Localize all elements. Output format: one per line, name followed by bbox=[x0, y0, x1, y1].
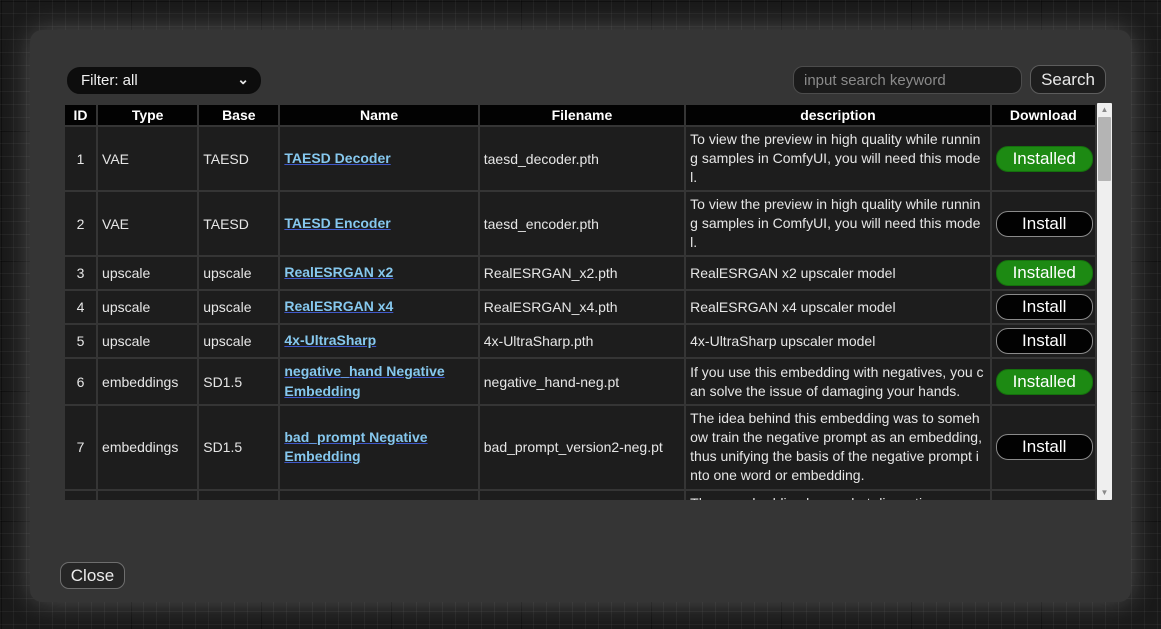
cell-base: SD1.5 bbox=[199, 406, 278, 488]
col-header-name: Name bbox=[280, 105, 477, 125]
install-button[interactable]: Install bbox=[996, 328, 1093, 354]
table-header-row: ID Type Base Name Filename description D… bbox=[65, 105, 1095, 125]
cell-type: embeddings bbox=[98, 406, 197, 488]
cell-id: 1 bbox=[65, 127, 96, 190]
cell-description: If you use this embedding with negatives… bbox=[686, 359, 990, 404]
install-button[interactable]: Install bbox=[996, 211, 1093, 237]
cell-download: Installed bbox=[992, 257, 1095, 289]
cell-download: Install bbox=[992, 406, 1095, 488]
table-row: 6embeddingsSD1.5negative_hand Negative E… bbox=[65, 359, 1095, 404]
table-row: 5upscaleupscale4x-UltraSharp4x-UltraShar… bbox=[65, 325, 1095, 357]
cell-base: upscale bbox=[199, 291, 278, 323]
cell-name: TAESD Decoder bbox=[280, 127, 477, 190]
cell-description: 4x-UltraSharp upscaler model bbox=[686, 325, 990, 357]
cell-base: upscale bbox=[199, 257, 278, 289]
model-table-container: ID Type Base Name Filename description D… bbox=[63, 103, 1097, 500]
col-header-base: Base bbox=[199, 105, 278, 125]
table-row: These embedding learn what disgusting co… bbox=[65, 491, 1095, 501]
cell-filename bbox=[480, 491, 684, 501]
table-row: 1VAETAESD TAESD Decoder taesd_decoder.pthT… bbox=[65, 127, 1095, 190]
cell-type: upscale bbox=[98, 257, 197, 289]
cell-filename: negative_hand-neg.pt bbox=[480, 359, 684, 404]
col-header-id: ID bbox=[65, 105, 96, 125]
search-input[interactable] bbox=[793, 66, 1022, 94]
model-name-link[interactable]: RealESRGAN x2 bbox=[284, 264, 393, 280]
cell-description: RealESRGAN x4 upscaler model bbox=[686, 291, 990, 323]
model-name-link[interactable]: 4x-UltraSharp bbox=[284, 332, 376, 348]
cell-type: upscale bbox=[98, 325, 197, 357]
cell-id: 4 bbox=[65, 291, 96, 323]
cell-type bbox=[98, 491, 197, 501]
cell-base bbox=[199, 491, 278, 501]
cell-download: Install bbox=[992, 192, 1095, 255]
cell-filename: RealESRGAN_x2.pth bbox=[480, 257, 684, 289]
cell-name: bad_prompt Negative Embedding bbox=[280, 406, 477, 488]
cell-id: 3 bbox=[65, 257, 96, 289]
filter-select[interactable]: Filter: all bbox=[67, 67, 261, 94]
table-scrollbar[interactable]: ▲ ▼ bbox=[1097, 103, 1112, 500]
cell-description: RealESRGAN x2 upscaler model bbox=[686, 257, 990, 289]
model-name-link[interactable]: TAESD Encoder bbox=[284, 215, 390, 231]
cell-type: upscale bbox=[98, 291, 197, 323]
model-table: ID Type Base Name Filename description D… bbox=[63, 103, 1097, 500]
scrollbar-up-icon[interactable]: ▲ bbox=[1097, 104, 1112, 116]
cell-name: RealESRGAN x4 bbox=[280, 291, 477, 323]
model-name-link[interactable]: RealESRGAN x4 bbox=[284, 298, 393, 314]
cell-filename: 4x-UltraSharp.pth bbox=[480, 325, 684, 357]
model-name-link[interactable]: bad_prompt Negative Embedding bbox=[284, 429, 427, 465]
cell-id: 7 bbox=[65, 406, 96, 488]
model-manager-dialog: Filter: all ⌄ Search ID Type Base Name F… bbox=[30, 30, 1131, 602]
cell-description: The idea behind this embedding was to so… bbox=[686, 406, 990, 488]
cell-name: negative_hand Negative Embedding bbox=[280, 359, 477, 404]
cell-filename: bad_prompt_version2-neg.pt bbox=[480, 406, 684, 488]
cell-filename: taesd_decoder.pth bbox=[480, 127, 684, 190]
cell-download: Installed bbox=[992, 127, 1095, 190]
install-button[interactable]: Install bbox=[996, 434, 1093, 460]
model-name-link[interactable]: negative_hand Negative Embedding bbox=[284, 363, 444, 399]
scrollbar-thumb[interactable] bbox=[1098, 117, 1111, 181]
cell-base: TAESD bbox=[199, 192, 278, 255]
installed-button[interactable]: Installed bbox=[996, 369, 1093, 395]
cell-id bbox=[65, 491, 96, 501]
cell-name: TAESD Encoder bbox=[280, 192, 477, 255]
cell-description: To view the preview in high quality whil… bbox=[686, 192, 990, 255]
cell-download: Install bbox=[992, 291, 1095, 323]
model-table-body: 1VAETAESDTAESD Decodertaesd_decoder.pthT… bbox=[65, 127, 1095, 500]
cell-base: SD1.5 bbox=[199, 359, 278, 404]
model-name-link[interactable]: TAESD Decoder bbox=[284, 150, 390, 166]
cell-type: embeddings bbox=[98, 359, 197, 404]
cell-type: VAE bbox=[98, 192, 197, 255]
col-header-download: Download bbox=[992, 105, 1095, 125]
cell-filename: taesd_encoder.pth bbox=[480, 192, 684, 255]
install-button[interactable]: Install bbox=[996, 294, 1093, 320]
col-header-filename: Filename bbox=[480, 105, 684, 125]
cell-id: 5 bbox=[65, 325, 96, 357]
installed-button[interactable]: Installed bbox=[996, 260, 1093, 286]
table-row: 4upscaleupscaleRealESRGAN x4RealESRGAN_x… bbox=[65, 291, 1095, 323]
cell-description: These embedding learn what disgusting co… bbox=[686, 491, 990, 501]
scrollbar-down-icon[interactable]: ▼ bbox=[1097, 487, 1112, 499]
cell-download: Installed bbox=[992, 359, 1095, 404]
cell-description: To view the preview in high quality whil… bbox=[686, 127, 990, 190]
installed-button[interactable]: Installed bbox=[996, 146, 1093, 172]
cell-name: 4x-UltraSharp bbox=[280, 325, 477, 357]
table-row: 3upscaleupscaleRealESRGAN x2RealESRGAN_x… bbox=[65, 257, 1095, 289]
close-button[interactable]: Close bbox=[60, 562, 125, 589]
filter-select-wrap: Filter: all ⌄ bbox=[67, 67, 261, 94]
cell-filename: RealESRGAN_x4.pth bbox=[480, 291, 684, 323]
cell-name bbox=[280, 491, 477, 501]
cell-download: Install bbox=[992, 325, 1095, 357]
col-header-type: Type bbox=[98, 105, 197, 125]
cell-type: VAE bbox=[98, 127, 197, 190]
cell-base: upscale bbox=[199, 325, 278, 357]
table-row: 2VAETAESD TAESD Encoder taesd_encoder.pthT… bbox=[65, 192, 1095, 255]
cell-name: RealESRGAN x2 bbox=[280, 257, 477, 289]
search-button[interactable]: Search bbox=[1030, 65, 1106, 94]
cell-id: 2 bbox=[65, 192, 96, 255]
cell-id: 6 bbox=[65, 359, 96, 404]
cell-download bbox=[992, 491, 1095, 501]
table-row: 7embeddingsSD1.5bad_prompt Negative Embe… bbox=[65, 406, 1095, 488]
col-header-description: description bbox=[686, 105, 990, 125]
cell-base: TAESD bbox=[199, 127, 278, 190]
